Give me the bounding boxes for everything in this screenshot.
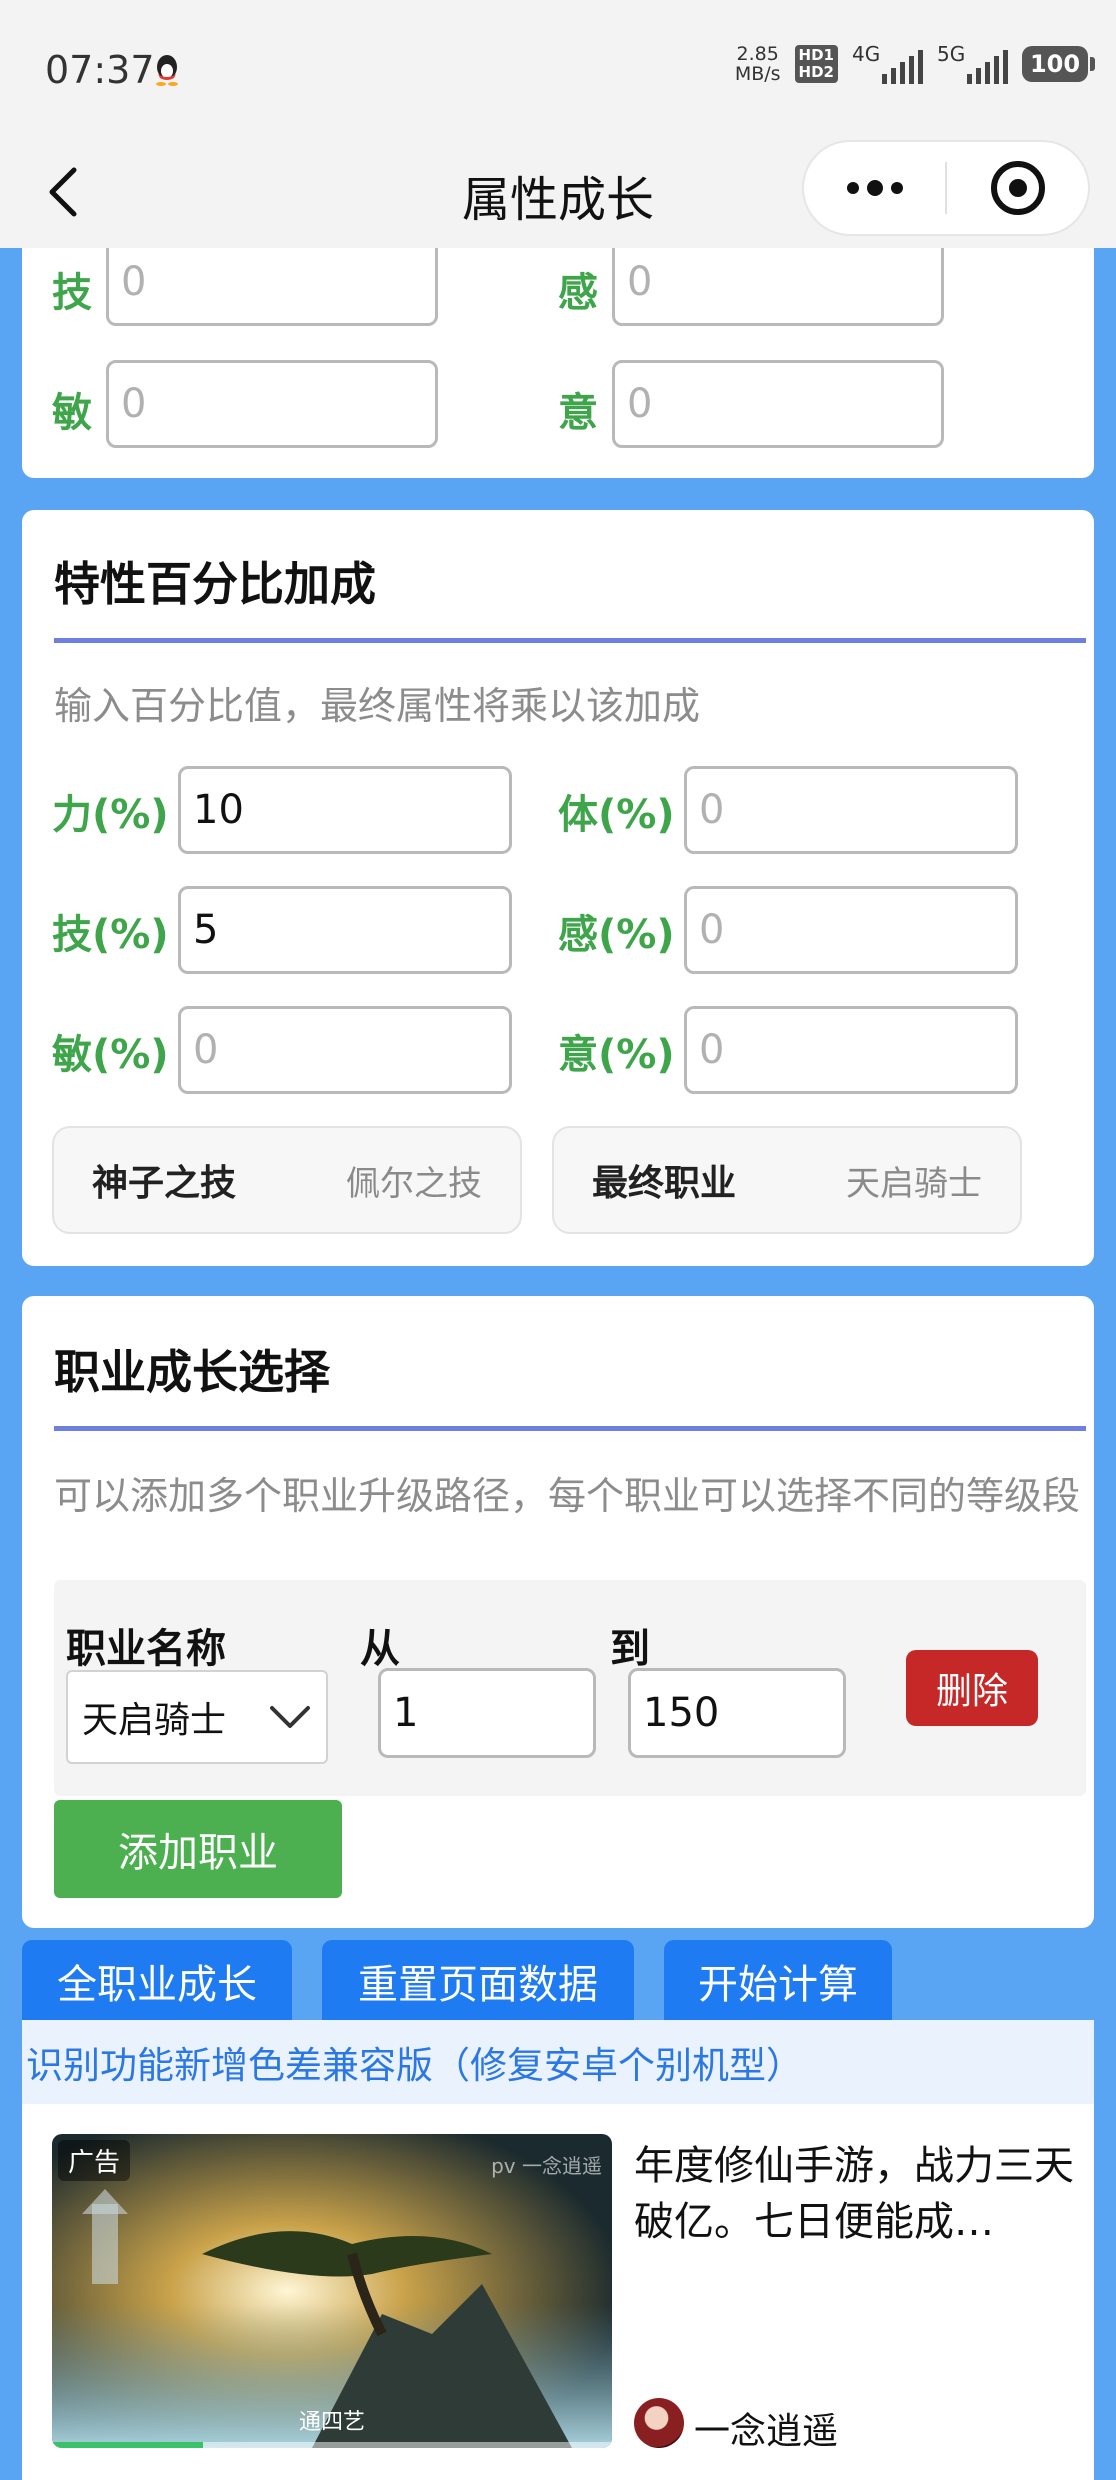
ad-progress-fill xyxy=(52,2442,204,2448)
hd-badge: HD1 HD2 xyxy=(794,45,838,83)
info-key: 最终职业 xyxy=(592,1163,737,1204)
more-button[interactable] xyxy=(804,142,945,234)
signal-4g-icon: 4G xyxy=(852,42,923,84)
start-calculation-button[interactable]: 开始计算 xyxy=(664,1940,892,2022)
qq-penguin-icon xyxy=(156,55,178,86)
status-bar: 07:37 2.85 MB/s HD1 HD2 4G 5G 100 xyxy=(0,0,1116,140)
percent-label: 感(%) xyxy=(558,912,675,958)
percent-label: 敏(%) xyxy=(52,1032,169,1078)
percent-input[interactable]: 0 xyxy=(684,1006,1018,1094)
stat-input[interactable]: 0 xyxy=(106,360,438,448)
final-job-info[interactable]: 最终职业 天启骑士 xyxy=(552,1126,1022,1234)
stat-label: 意 xyxy=(558,390,598,436)
target-circle-icon xyxy=(990,161,1045,215)
ad-banner[interactable]: 广告 pv 一念逍遥 通四艺 年度修仙手游，战力三天破亿。七日便能成… 一念逍遥 xyxy=(22,2104,1094,2480)
info-value: 佩尔之技 xyxy=(346,1163,482,1204)
notice-marquee[interactable]: 识别功能新增色差兼容版（修复安卓个别机型） xyxy=(22,2020,1094,2104)
percent-label: 技(%) xyxy=(52,912,169,958)
ad-title[interactable]: 年度修仙手游，战力三天破亿。七日便能成… xyxy=(634,2138,1084,2250)
all-jobs-growth-button[interactable]: 全职业成长 xyxy=(22,1940,292,2022)
ad-avatar xyxy=(634,2398,684,2448)
percent-label: 力(%) xyxy=(52,792,169,838)
ad-watermark: pv 一念逍遥 xyxy=(491,2154,602,2178)
stat-label: 技 xyxy=(52,270,92,316)
job-growth-card: 职业成长选择 可以添加多个职业升级路径，每个职业可以选择不同的等级段 职业名称 … xyxy=(22,1296,1094,1928)
ad-tag[interactable]: 广告 xyxy=(58,2140,131,2181)
base-stats-card: 技 0 感 0 敏 0 意 0 xyxy=(22,248,1094,478)
section-description: 可以添加多个职业升级路径，每个职业可以选择不同的等级段 xyxy=(54,1474,1081,1518)
from-level-input[interactable]: 1 xyxy=(378,1668,596,1758)
percent-input[interactable]: 5 xyxy=(178,886,512,974)
stat-input[interactable]: 0 xyxy=(612,248,944,326)
job-select[interactable]: 天启骑士 xyxy=(66,1670,328,1764)
section-description: 输入百分比值，最终属性将乘以该加成 xyxy=(54,684,701,728)
job-path-row: 职业名称 从 到 天启骑士 1 150 删除 xyxy=(54,1580,1086,1796)
section-title: 职业成长选择 xyxy=(54,1345,330,1399)
net-speed: 2.85 MB/s xyxy=(734,43,781,85)
percent-input[interactable]: 0 xyxy=(684,766,1018,854)
ad-image[interactable]: 广告 pv 一念逍遥 通四艺 xyxy=(52,2134,612,2448)
close-miniprogram-button[interactable] xyxy=(947,142,1088,234)
stat-label: 感 xyxy=(558,270,598,316)
divine-skill-info[interactable]: 神子之技 佩尔之技 xyxy=(52,1126,522,1234)
ad-author: 一念逍遥 xyxy=(694,2411,839,2452)
reset-page-button[interactable]: 重置页面数据 xyxy=(322,1940,634,2022)
info-value: 天启骑士 xyxy=(846,1163,982,1204)
info-key: 神子之技 xyxy=(92,1163,237,1204)
from-label: 从 xyxy=(360,1626,400,1672)
ad-progress-bar xyxy=(52,2442,612,2448)
percent-label: 意(%) xyxy=(558,1032,675,1078)
stat-label: 敏 xyxy=(52,390,92,436)
percent-input[interactable]: 0 xyxy=(684,886,1018,974)
battery-icon: 100 xyxy=(1022,46,1095,82)
ad-caption: 通四艺 xyxy=(298,2410,365,2435)
chevron-down-icon xyxy=(270,1706,310,1728)
miniprogram-capsule xyxy=(802,140,1090,236)
percent-input[interactable]: 0 xyxy=(178,1006,512,1094)
add-job-button[interactable]: 添加职业 xyxy=(54,1800,342,1898)
job-name-label: 职业名称 xyxy=(66,1626,226,1672)
section-divider xyxy=(54,638,1086,643)
nav-bar: 属性成长 xyxy=(0,140,1116,248)
ad-artwork xyxy=(52,2134,612,2448)
delete-job-button[interactable]: 删除 xyxy=(906,1650,1038,1726)
percent-label: 体(%) xyxy=(558,792,675,838)
percent-input[interactable]: 10 xyxy=(178,766,512,854)
status-time: 07:37 xyxy=(45,48,155,92)
status-indicators: 2.85 MB/s HD1 HD2 4G 5G 100 xyxy=(734,42,1095,85)
stat-input[interactable]: 0 xyxy=(612,360,944,448)
to-level-input[interactable]: 150 xyxy=(628,1668,846,1758)
percent-bonus-card: 特性百分比加成 输入百分比值，最终属性将乘以该加成 力(%) 10 体(%) 0… xyxy=(22,510,1094,1266)
stat-input[interactable]: 0 xyxy=(106,248,438,326)
signal-5g-icon: 5G xyxy=(937,42,1008,84)
to-label: 到 xyxy=(610,1626,650,1672)
section-divider xyxy=(54,1426,1086,1431)
more-dots-icon xyxy=(846,180,903,196)
section-title: 特性百分比加成 xyxy=(54,557,376,611)
